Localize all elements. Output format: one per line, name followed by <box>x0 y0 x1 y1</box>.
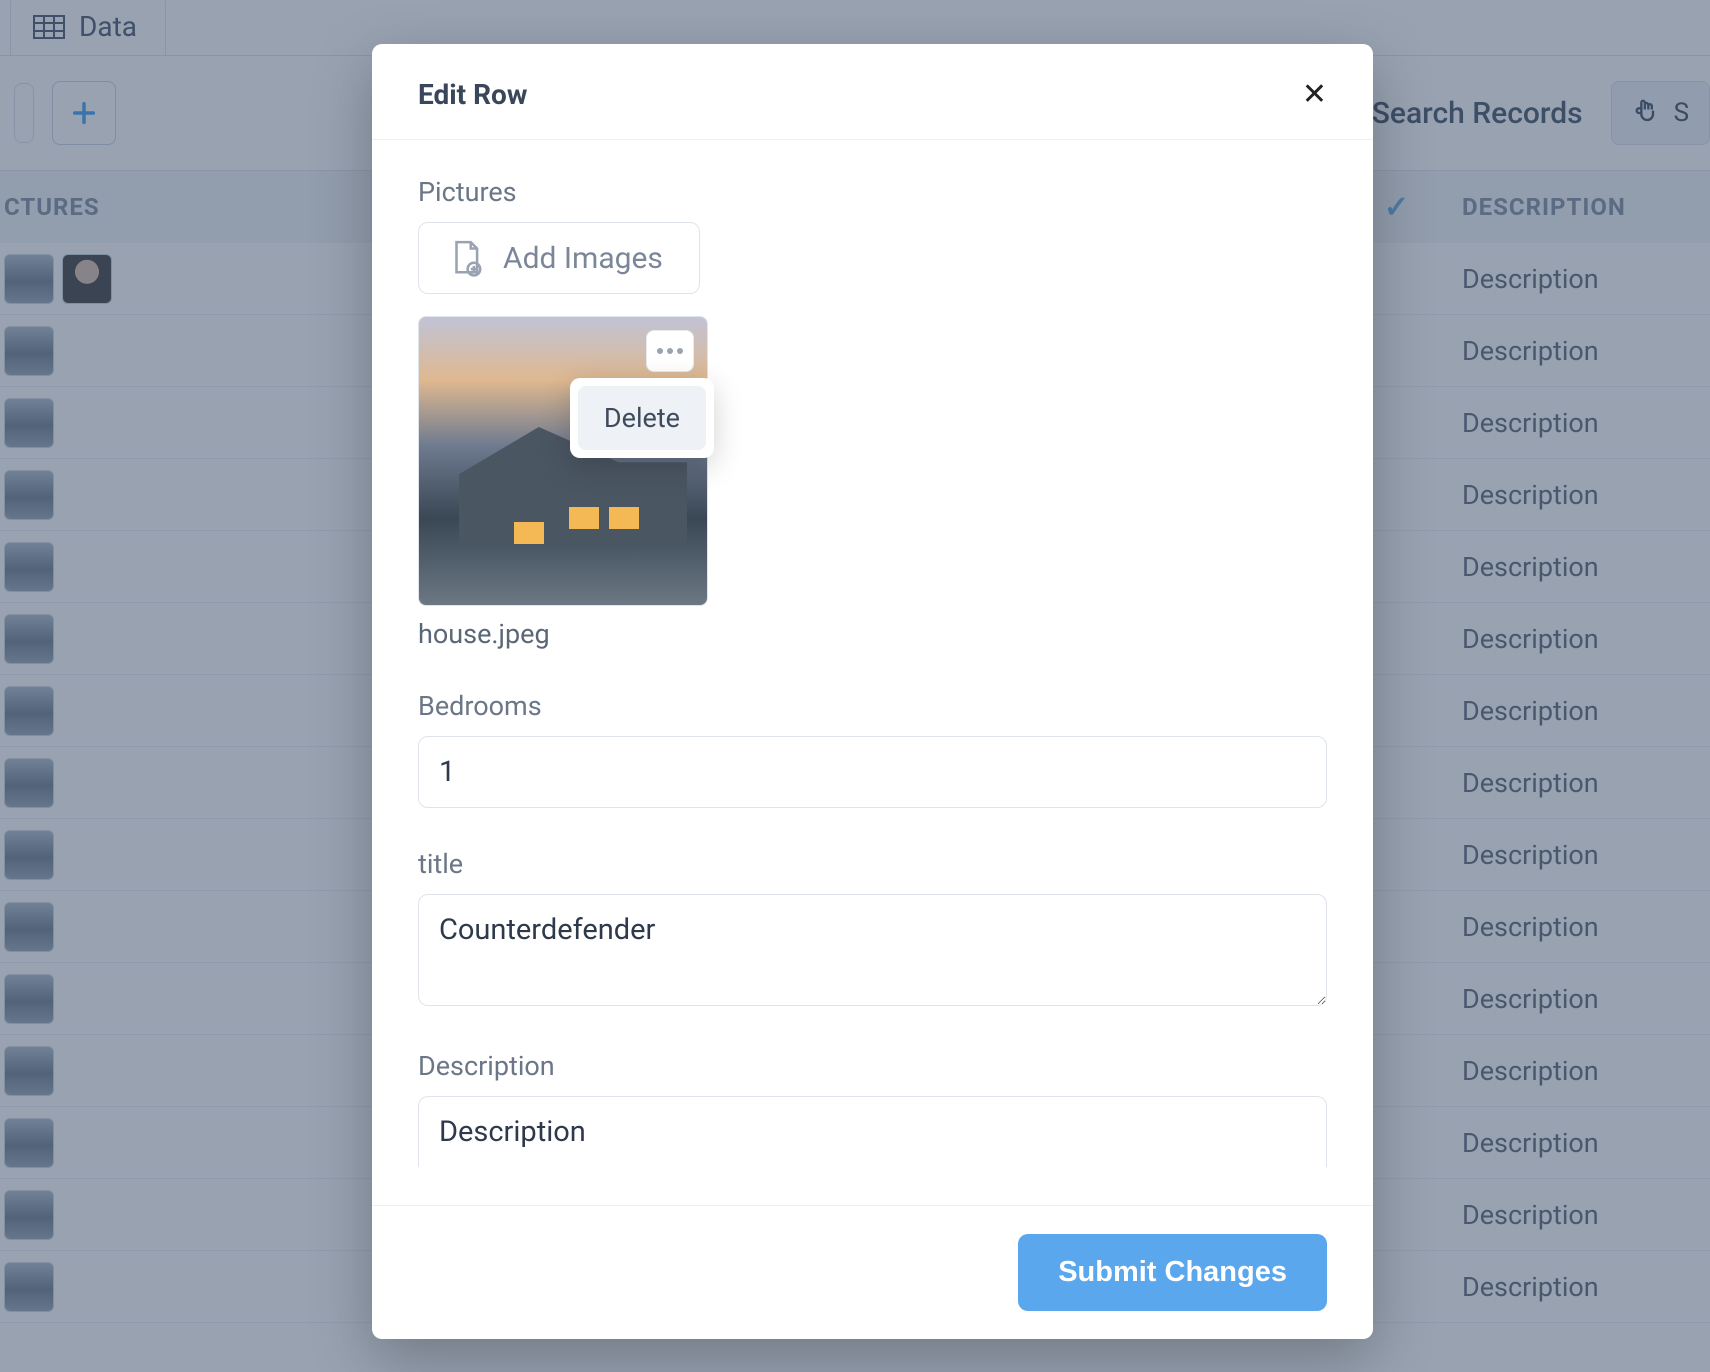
image-options-popover: Delete <box>570 378 714 458</box>
field-label-title: title <box>418 848 1327 880</box>
description-input[interactable] <box>418 1096 1327 1167</box>
field-label-bedrooms: Bedrooms <box>418 690 1327 722</box>
file-plus-icon <box>447 239 485 277</box>
title-input[interactable] <box>418 894 1327 1006</box>
close-icon[interactable]: ✕ <box>1302 80 1327 110</box>
field-label-pictures: Pictures <box>418 176 1327 208</box>
submit-changes-button[interactable]: Submit Changes <box>1018 1234 1327 1311</box>
field-label-description: Description <box>418 1050 1327 1082</box>
image-filename: house.jpeg <box>418 618 708 650</box>
add-images-label: Add Images <box>503 241 663 276</box>
edit-row-modal: Edit Row ✕ Pictures Add Images Delete <box>372 44 1373 1339</box>
delete-image-button[interactable]: Delete <box>578 386 706 450</box>
bedrooms-input[interactable] <box>418 736 1327 808</box>
image-options-button[interactable] <box>646 330 694 372</box>
add-images-button[interactable]: Add Images <box>418 222 700 294</box>
modal-title: Edit Row <box>418 78 527 111</box>
